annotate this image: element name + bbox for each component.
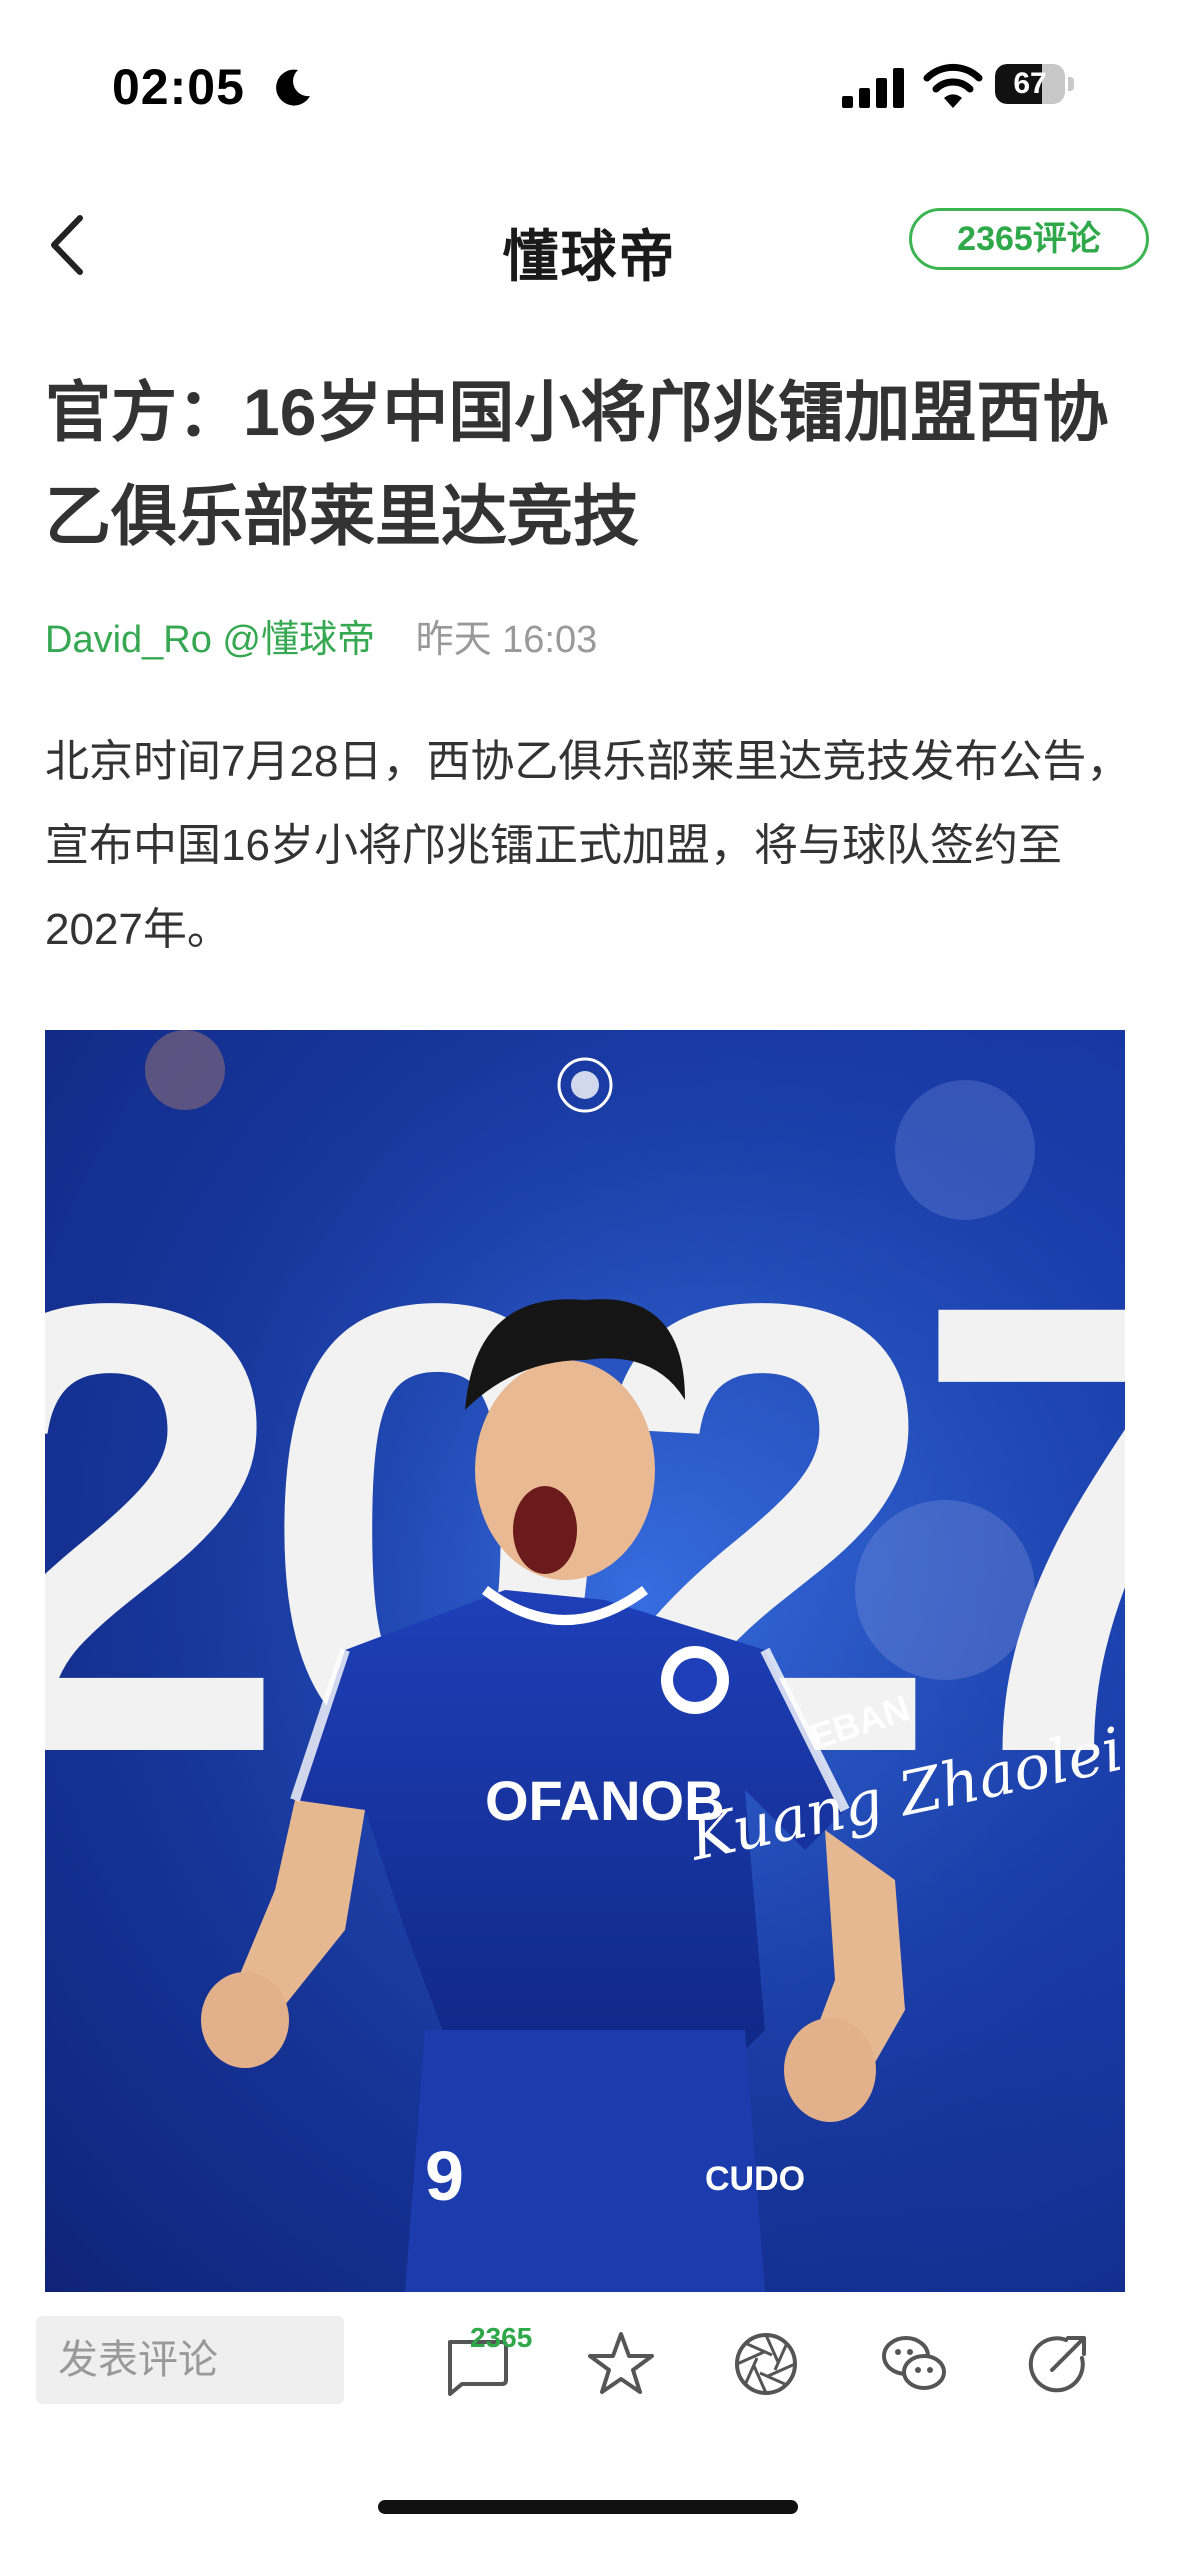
shorts-number: 9 [425, 2137, 464, 2215]
aperture-share-icon[interactable] [730, 2328, 802, 2400]
article-image[interactable]: 2027 EBAN OFANOB CUDO 9 Kuang Z [45, 1030, 1125, 2292]
wifi-icon [923, 63, 983, 108]
article-body: 北京时间7月28日，西协乙俱乐部莱里达竞技发布公告，宣布中国16岁小将邝兆镭正式… [45, 737, 1131, 954]
shorts-sponsor: CUDO [705, 2160, 805, 2198]
article-title: 官方：16岁中国小将邝兆镭加盟西协乙俱乐部莱里达竞技 [45, 375, 1109, 553]
home-indicator [378, 2500, 798, 2514]
nav-bar: 懂球帝 2365评论 [0, 190, 1179, 300]
cellular-signal-icon [842, 68, 904, 108]
player-poster: 2027 EBAN OFANOB CUDO 9 Kuang Z [45, 1030, 1125, 2292]
share-arrow-icon[interactable] [1022, 2328, 1094, 2400]
battery-level: 67 [1013, 67, 1047, 100]
status-bar: 02:05 67 [0, 0, 1179, 170]
status-time: 02:05 [112, 59, 245, 115]
article-meta: David_Ro @懂球帝 昨天 16:03 [45, 608, 597, 663]
moon-icon [276, 69, 310, 106]
star-icon[interactable] [585, 2328, 657, 2400]
bottom-toolbar: 发表评论 2365 [0, 2300, 1179, 2450]
comment-input[interactable]: 发表评论 [36, 2316, 344, 2404]
battery-icon: 67 [995, 64, 1075, 108]
publish-time: 昨天 16:03 [415, 619, 598, 661]
wechat-icon[interactable] [878, 2328, 950, 2400]
comment-count-badge: 2365 [470, 2322, 533, 2353]
comments-button[interactable]: 2365评论 [909, 208, 1149, 270]
author-link[interactable]: David_Ro @懂球帝 [45, 619, 375, 661]
